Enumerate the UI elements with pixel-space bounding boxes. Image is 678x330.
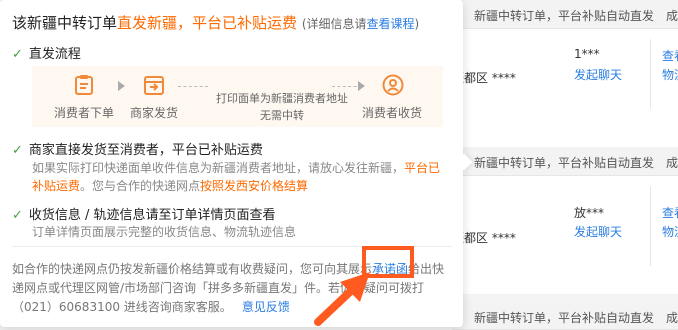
order-note-more: 成	[666, 156, 678, 170]
view-course-link[interactable]: 查看课程	[367, 17, 415, 31]
order-note-row: 新疆中转订单，平台补贴自动直发 成	[452, 0, 678, 29]
flow-heading-text: 直发流程	[28, 47, 81, 62]
view-details-link[interactable]: 查看	[662, 204, 678, 221]
item-direct-ship-desc: 如果实际打印快递面单收件信息为新疆消费者地址，请放心发往新疆，平台已补贴运费。您…	[32, 159, 442, 195]
order-note-row: 新疆中转订单，平台补贴自动直发 成	[452, 147, 678, 176]
buyer-name: 放***	[574, 206, 605, 220]
item-receive-info-heading: 收货信息 / 轨迹信息请至订单详情页面查看	[28, 208, 276, 223]
view-details-link[interactable]: 查看	[662, 47, 678, 64]
item-direct-ship: ✓ 商家直接发货至消费者，平台已补贴运费	[12, 139, 263, 158]
logistics-link[interactable]: 物流	[662, 66, 678, 83]
column-divider	[650, 39, 651, 109]
popover-title: 该新疆中转订单直发新疆，平台已补贴运费 (详细信息请查看课程)	[12, 12, 419, 33]
item-receive-info-desc: 订单详情页面展示完整的收货信息、物流轨迹信息	[32, 225, 297, 239]
title-paren-suffix: )	[414, 17, 420, 31]
step-consumer-receive: 消费者收货	[362, 106, 423, 120]
feedback-link[interactable]: 意见反馈	[242, 300, 290, 314]
flow-arrow-icon	[118, 81, 125, 91]
start-chat-link[interactable]: 发起聊天	[574, 223, 622, 240]
step-merchant-ship: 商家发货	[130, 106, 179, 120]
ship-box-icon	[144, 76, 164, 95]
check-icon: ✓	[12, 143, 23, 158]
direct-ship-flow: 消费者下单 商家发货 打印面单为新疆消费者地址 无需中转 消费者收货	[32, 66, 443, 127]
flow-dash-left	[178, 86, 208, 87]
column-divider	[650, 186, 651, 266]
order-note-row: 新疆中转订单，平台补贴自动直发 成	[452, 302, 678, 330]
xinjiang-direct-popover: 该新疆中转订单直发新疆，平台已补贴运费 (详细信息请查看课程) ✓ 直发流程 消费…	[0, 0, 463, 327]
title-paren: (详细信息请查看课程)	[302, 17, 419, 31]
title-paren-prefix: (详细信息请	[301, 17, 367, 31]
order-note: 新疆中转订单，平台补贴自动直发	[474, 156, 655, 170]
buyer-name: 1***	[574, 47, 600, 61]
order-note: 新疆中转订单，平台补贴自动直发	[474, 311, 655, 325]
flow-mid-line1: 打印面单为新疆消费者地址	[216, 92, 348, 105]
item-receive-info: ✓ 收货信息 / 轨迹信息请至订单详情页面查看	[12, 204, 276, 223]
desc-text: 。您与合作的快递网点	[80, 179, 201, 193]
order-clipboard-icon	[75, 75, 93, 95]
check-icon: ✓	[12, 208, 23, 223]
order-note: 新疆中转订单，平台补贴自动直发	[474, 9, 655, 23]
logistics-link[interactable]: 物流	[662, 223, 678, 240]
flow-arrow-icon	[358, 81, 365, 91]
desc-text: 如果实际打印快递面单收件信息为新疆消费者地址，请放心发往新疆，	[32, 161, 405, 175]
annotation-arrow-icon	[314, 272, 370, 326]
flow-heading: ✓ 直发流程	[12, 43, 81, 62]
flow-mid-line2: 无需中转	[260, 109, 304, 122]
item-direct-ship-heading: 商家直接发货至消费者，平台已补贴运费	[28, 143, 263, 158]
consumer-person-icon	[382, 74, 404, 96]
order-card: 疆都区 **** 1*** 发起聊天 查看 物流	[452, 29, 678, 147]
title-prefix: 该新疆中转订单	[12, 14, 118, 32]
desc-highlight: 按照发西安价格结算	[200, 179, 309, 193]
order-note-more: 成	[666, 311, 678, 325]
order-card: 疆都区 **** 放*** 发起聊天 查看 物流	[452, 176, 678, 294]
order-note-more: 成	[666, 9, 678, 23]
check-icon: ✓	[12, 47, 23, 62]
step-consumer-order: 消费者下单	[54, 106, 115, 120]
start-chat-link[interactable]: 发起聊天	[574, 66, 622, 83]
title-highlight: 直发新疆，平台已补贴运费	[117, 14, 298, 32]
